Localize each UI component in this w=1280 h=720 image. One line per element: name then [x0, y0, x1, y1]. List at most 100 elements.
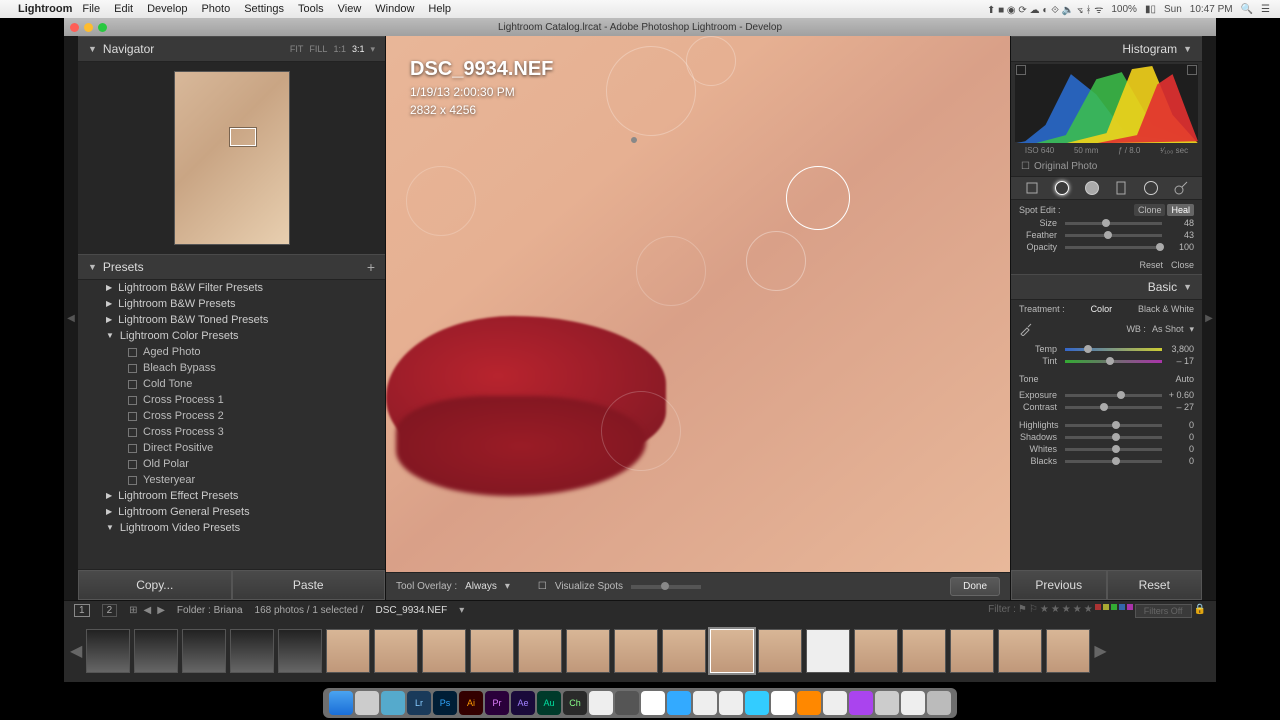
preset-list[interactable]: ▶Lightroom B&W Filter Presets ▶Lightroom… [78, 280, 385, 569]
tint-slider[interactable]: Tint– 17 [1019, 356, 1194, 366]
preset-item[interactable]: Old Polar [78, 456, 385, 472]
preset-item[interactable]: Bleach Bypass [78, 360, 385, 376]
safari-icon[interactable] [381, 691, 405, 715]
wb-dropper-icon[interactable] [1019, 322, 1033, 336]
filmstrip-thumb[interactable] [1046, 629, 1090, 673]
opacity-slider[interactable]: Opacity100 [1019, 242, 1194, 252]
filmstrip-thumb[interactable] [806, 629, 850, 673]
wb-value[interactable]: As Shot [1152, 324, 1184, 334]
app-menu[interactable]: Lightroom [18, 3, 72, 15]
filmstrip-thumb[interactable] [614, 629, 658, 673]
zoom-menu-icon[interactable]: ▾ [370, 44, 375, 55]
dropdown-icon[interactable]: ▾ [459, 605, 464, 616]
exposure-slider[interactable]: Exposure+ 0.60 [1019, 390, 1194, 400]
previous-button[interactable]: Previous [1011, 570, 1107, 600]
zoom-3to1[interactable]: 3:1 [352, 44, 365, 54]
disclosure-icon[interactable]: ▼ [1183, 282, 1192, 292]
zoom-1to1[interactable]: 1:1 [333, 44, 346, 54]
spot-correction[interactable] [606, 46, 696, 136]
basic-header[interactable]: Basic ▼ [1011, 274, 1202, 300]
temp-slider[interactable]: Temp3,800 [1019, 344, 1194, 354]
preset-group[interactable]: ▼Lightroom Video Presets [78, 520, 385, 536]
checkbox-icon[interactable]: ☐ [1021, 161, 1030, 172]
menu-edit[interactable]: Edit [114, 3, 133, 15]
right-panel-toggle[interactable]: ▶ [1202, 36, 1216, 600]
highlights-slider[interactable]: Highlights0 [1019, 420, 1194, 430]
back-icon[interactable]: ◀ [144, 605, 152, 616]
filmstrip-thumb[interactable] [902, 629, 946, 673]
flag-pick-icon[interactable]: ⚑ [1018, 604, 1027, 618]
menu-develop[interactable]: Develop [147, 3, 187, 15]
second-window-icon[interactable]: 2 [102, 604, 118, 617]
filmstrip-thumb[interactable] [950, 629, 994, 673]
spot-correction[interactable] [601, 391, 681, 471]
messages-icon[interactable] [667, 691, 691, 715]
disclosure-icon[interactable]: ▼ [88, 262, 97, 272]
spot-active[interactable] [786, 166, 850, 230]
spot-reset-button[interactable]: Reset [1139, 260, 1163, 270]
menu-help[interactable]: Help [428, 3, 451, 15]
navigator-body[interactable] [78, 62, 385, 254]
filmstrip-thumb[interactable] [854, 629, 898, 673]
size-slider[interactable]: Size48 [1019, 218, 1194, 228]
spot-correction[interactable] [686, 36, 736, 86]
histogram-header[interactable]: Histogram ▼ [1011, 36, 1202, 62]
shadow-clip-icon[interactable] [1016, 65, 1026, 75]
traffic-lights[interactable] [70, 23, 107, 32]
zoom-fill[interactable]: FILL [309, 44, 327, 54]
photoshop-icon[interactable]: Ps [433, 691, 457, 715]
star-filter[interactable]: ★ [1073, 604, 1082, 618]
folder-label[interactable]: Folder : Briana [177, 605, 243, 616]
dock-app-icon[interactable] [719, 691, 743, 715]
disclosure-icon[interactable]: ▼ [1183, 44, 1192, 54]
macos-dock[interactable]: Lr Ps Ai Pr Ae Au Ch [323, 688, 957, 718]
presets-header[interactable]: ▼ Presets + [78, 254, 385, 280]
spot-correction[interactable] [406, 166, 476, 236]
contrast-slider[interactable]: Contrast– 27 [1019, 402, 1194, 412]
star-filter[interactable]: ★ [1051, 604, 1060, 618]
status-icons[interactable]: ⬆ ■ ◉ ⟳ ☁ ◐ ⟐ 🔈 ⦪ ᚼ ᯤ [987, 2, 1103, 16]
graduated-filter-icon[interactable] [1112, 179, 1130, 197]
filmstrip-thumb[interactable] [182, 629, 226, 673]
shadows-slider[interactable]: Shadows0 [1019, 432, 1194, 442]
main-image-view[interactable]: DSC_9934.NEF 1/19/13 2:00:30 PM 2832 x 4… [386, 36, 1010, 572]
done-button[interactable]: Done [950, 577, 1000, 596]
histogram-chart[interactable] [1015, 64, 1198, 142]
premiere-icon[interactable]: Pr [485, 691, 509, 715]
preset-item[interactable]: Yesteryear [78, 472, 385, 488]
filters-off-dropdown[interactable]: Filters Off [1135, 604, 1192, 618]
auto-tone-button[interactable]: Auto [1175, 374, 1194, 384]
filmstrip-thumb[interactable] [278, 629, 322, 673]
reset-button[interactable]: Reset [1107, 570, 1203, 600]
zoom-icon[interactable] [98, 23, 107, 32]
visualize-spots-checkbox[interactable]: Visualize Spots [555, 581, 623, 592]
preset-group[interactable]: ▶Lightroom B&W Toned Presets [78, 312, 385, 328]
forward-icon[interactable]: ▶ [157, 605, 165, 616]
star-filter[interactable]: ★ [1084, 604, 1093, 618]
spot-mode-toggle[interactable]: Clone Heal [1134, 204, 1194, 216]
current-filename[interactable]: DSC_9934.NEF [375, 605, 447, 616]
close-icon[interactable] [70, 23, 79, 32]
filmstrip-thumb-selected[interactable] [710, 629, 754, 673]
radial-filter-icon[interactable] [1142, 179, 1160, 197]
whites-slider[interactable]: Whites0 [1019, 444, 1194, 454]
preset-item[interactable]: Cross Process 3 [78, 424, 385, 440]
preset-item[interactable]: Cold Tone [78, 376, 385, 392]
color-label-filters[interactable] [1095, 604, 1133, 618]
filmstrip-thumb[interactable] [86, 629, 130, 673]
spot-correction[interactable] [746, 231, 806, 291]
copy-button[interactable]: Copy... [78, 570, 232, 600]
filmstrip-thumb[interactable] [518, 629, 562, 673]
dock-app-icon[interactable] [589, 691, 613, 715]
menu-icon[interactable]: ☰ [1261, 4, 1270, 15]
paste-button[interactable]: Paste [232, 570, 386, 600]
dropdown-icon[interactable]: ▾ [505, 581, 510, 592]
dock-app-icon[interactable] [849, 691, 873, 715]
preset-item[interactable]: Cross Process 2 [78, 408, 385, 424]
preset-item[interactable]: Cross Process 1 [78, 392, 385, 408]
audition-icon[interactable]: Au [537, 691, 561, 715]
disclosure-icon[interactable]: ▼ [88, 44, 97, 54]
visualize-threshold-slider[interactable] [631, 585, 701, 589]
add-preset-icon[interactable]: + [367, 259, 375, 275]
menu-photo[interactable]: Photo [201, 3, 230, 15]
